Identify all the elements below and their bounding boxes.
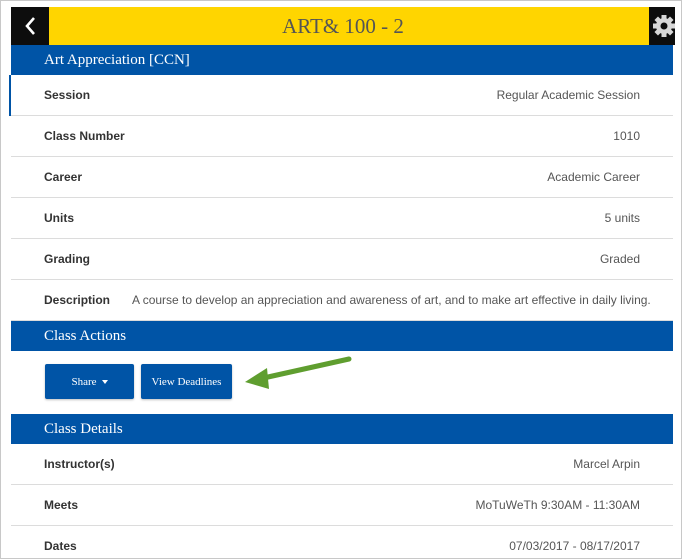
row-value: Regular Academic Session bbox=[496, 88, 640, 102]
top-bar: ART& 100 - 2 bbox=[11, 7, 675, 45]
row-label: Session bbox=[44, 88, 91, 102]
settings-button[interactable] bbox=[649, 7, 675, 45]
caret-down-icon bbox=[101, 379, 108, 384]
main-content: Art Appreciation [CCN] Session Regular A… bbox=[11, 45, 673, 558]
detail-row-grading: Grading Graded bbox=[11, 239, 673, 280]
class-actions-header: Class Actions bbox=[11, 321, 673, 351]
detail-row-dates: Dates 07/03/2017 - 08/17/2017 bbox=[11, 526, 673, 558]
page-title: ART& 100 - 2 bbox=[282, 14, 404, 38]
row-value: 5 units bbox=[604, 211, 640, 225]
gear-icon bbox=[653, 15, 675, 37]
row-value: Graded bbox=[599, 252, 640, 266]
view-deadlines-button[interactable]: View Deadlines bbox=[141, 364, 232, 399]
detail-row-class-number: Class Number 1010 bbox=[11, 116, 673, 157]
share-button[interactable]: Share bbox=[45, 364, 134, 399]
row-value: Academic Career bbox=[547, 170, 640, 184]
course-title-header: Art Appreciation [CCN] bbox=[11, 45, 673, 75]
detail-row-meets: Meets MoTuWeTh 9:30AM - 11:30AM bbox=[11, 485, 673, 526]
row-label: Career bbox=[44, 170, 83, 184]
detail-row-session: Session Regular Academic Session bbox=[11, 75, 673, 116]
row-value: Marcel Arpin bbox=[573, 457, 640, 471]
row-label: Instructor(s) bbox=[44, 457, 115, 471]
detail-row-units: Units 5 units bbox=[11, 198, 673, 239]
row-value: 07/03/2017 - 08/17/2017 bbox=[509, 539, 640, 553]
row-label: Description bbox=[44, 293, 111, 307]
row-label: Dates bbox=[44, 539, 77, 553]
row-value: 1010 bbox=[613, 129, 640, 143]
row-value: MoTuWeTh 9:30AM - 11:30AM bbox=[475, 498, 640, 512]
row-label: Units bbox=[44, 211, 74, 225]
class-details-header: Class Details bbox=[11, 414, 673, 444]
detail-row-description: Description A course to develop an appre… bbox=[11, 280, 673, 321]
row-label: Class Number bbox=[44, 129, 125, 143]
detail-row-career: Career Academic Career bbox=[11, 157, 673, 198]
app-frame: ART& 100 - 2 Art Appreciation [CCN] Sess… bbox=[0, 0, 682, 559]
detail-row-instructor: Instructor(s) Marcel Arpin bbox=[11, 444, 673, 485]
view-deadlines-label: View Deadlines bbox=[151, 375, 222, 388]
row-label: Grading bbox=[44, 252, 91, 266]
row-label: Meets bbox=[44, 498, 79, 512]
share-button-label: Share bbox=[71, 375, 97, 388]
class-actions-panel: Share View Deadlines bbox=[11, 351, 673, 414]
annotation-arrow-icon bbox=[245, 356, 352, 389]
row-value: A course to develop an appreciation and … bbox=[132, 293, 651, 307]
